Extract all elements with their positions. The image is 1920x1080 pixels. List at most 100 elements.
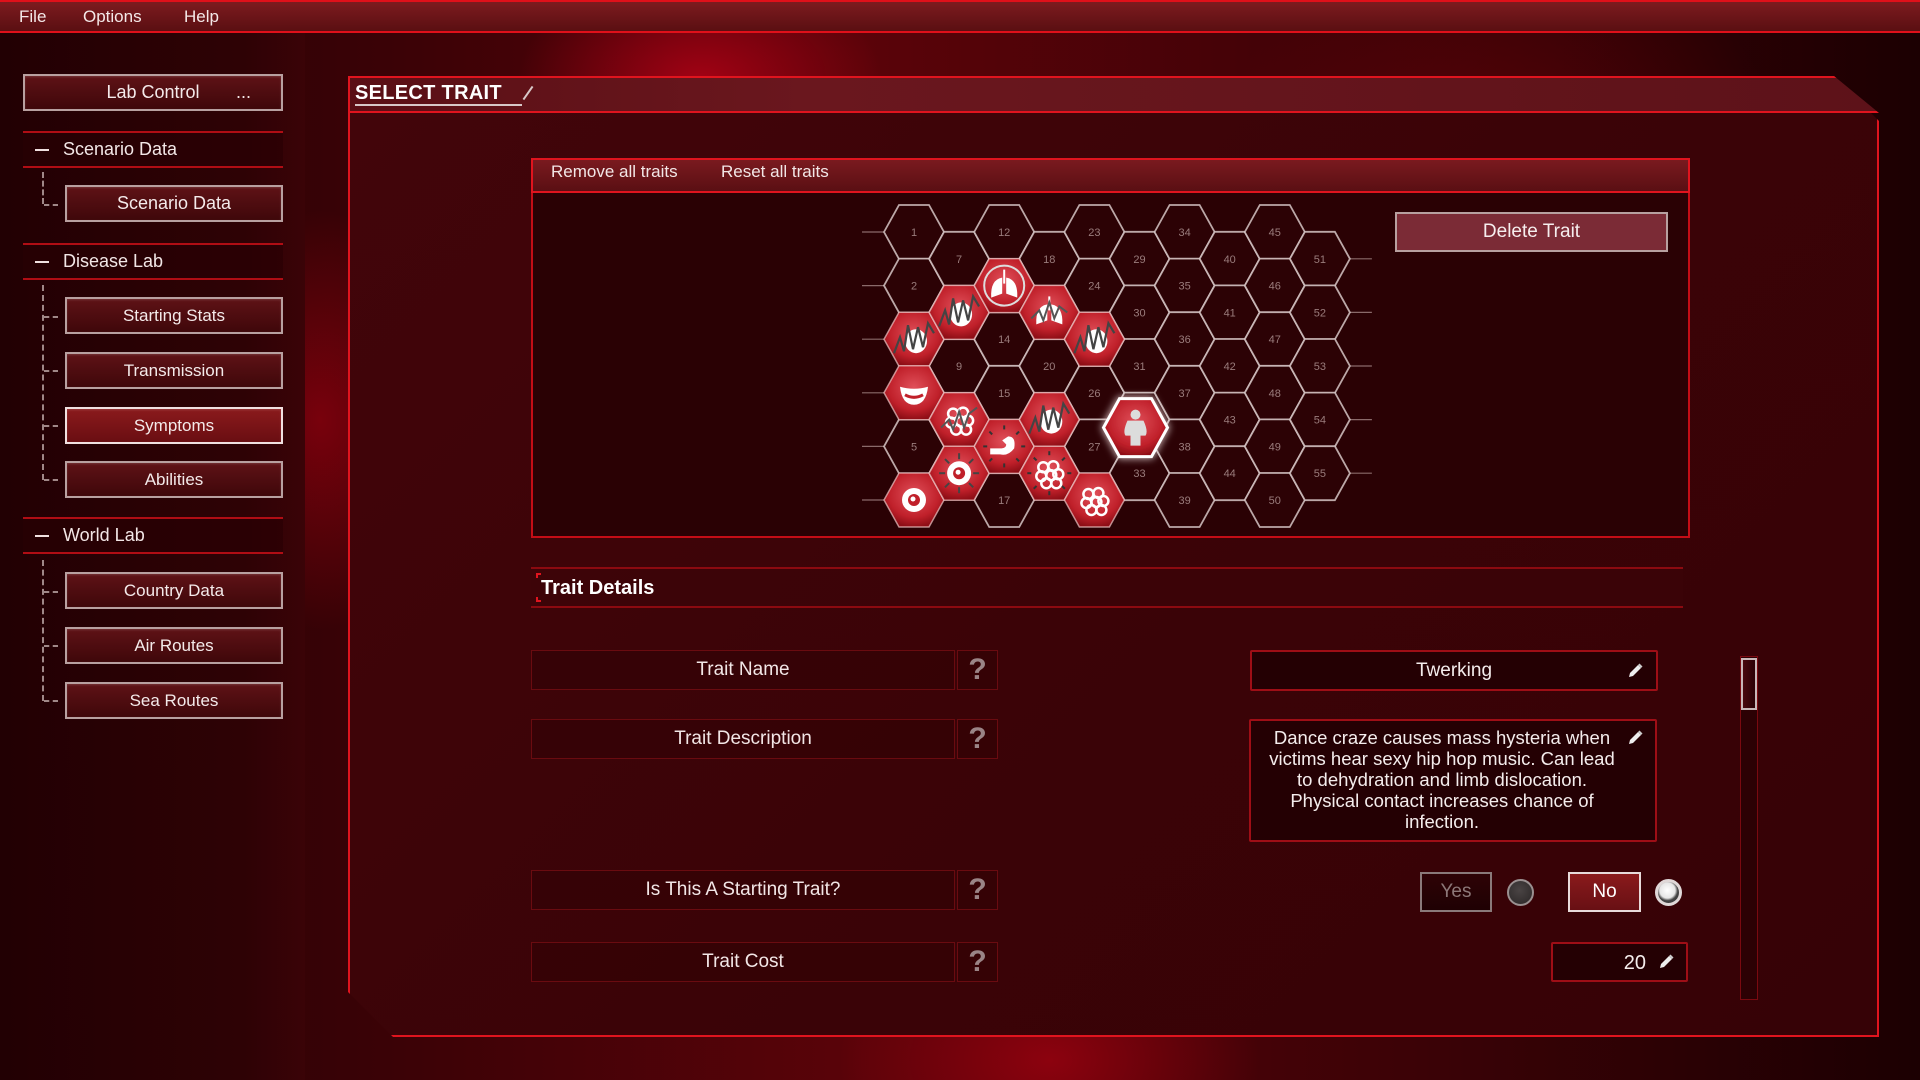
trait-name-label: Trait Name xyxy=(531,650,955,690)
slot-number: 30 xyxy=(1133,307,1145,319)
trait-grid-toolbar xyxy=(531,158,1690,193)
starting-trait-yes-button[interactable]: Yes xyxy=(1420,872,1492,912)
section-title: Disease Lab xyxy=(63,251,164,271)
sidebar-item-label: Air Routes xyxy=(134,635,214,655)
section-disease-lab[interactable]: Disease Lab xyxy=(23,243,283,280)
tree-line xyxy=(42,285,44,480)
slot-number: 51 xyxy=(1314,254,1326,266)
menu-options[interactable]: Options xyxy=(83,7,142,27)
slot-number: 2 xyxy=(911,281,917,293)
tree-connector xyxy=(44,425,58,427)
sidebar-item-label: Symptoms xyxy=(133,415,215,435)
collapse-icon xyxy=(35,534,49,537)
trait-cost-label: Trait Cost xyxy=(531,942,955,982)
edit-pencil-icon[interactable] xyxy=(1626,729,1644,747)
slot-number: 18 xyxy=(1043,254,1055,266)
trait-description-help-icon[interactable]: ? xyxy=(957,719,998,759)
slot-number: 53 xyxy=(1314,361,1326,373)
trait-details-title: Trait Details xyxy=(541,577,655,599)
slot-number: 40 xyxy=(1224,254,1236,266)
menu-file[interactable]: File xyxy=(19,7,46,27)
slot-number: 34 xyxy=(1178,227,1190,239)
slot-number: 36 xyxy=(1178,334,1190,346)
sidebar-item-starting-stats[interactable]: Starting Stats xyxy=(65,297,283,334)
sidebar-item-country-data[interactable]: Country Data xyxy=(65,572,283,609)
slot-number: 35 xyxy=(1178,281,1190,293)
tree-connector xyxy=(44,591,58,593)
tree-connector xyxy=(44,316,58,318)
trait-cost-field[interactable]: 20 xyxy=(1551,942,1688,982)
section-title: World Lab xyxy=(63,525,145,545)
trait-description-value: Dance craze causes mass hysteria when vi… xyxy=(1269,727,1615,832)
sidebar-item-transmission[interactable]: Transmission xyxy=(65,352,283,389)
eye-icon xyxy=(902,488,926,512)
edit-pencil-icon[interactable] xyxy=(1657,953,1675,971)
trait-name-field[interactable]: Twerking xyxy=(1250,650,1658,691)
slot-number: 24 xyxy=(1088,281,1100,293)
panel-title: SELECT TRAIT xyxy=(355,82,522,106)
selected-trait-slot[interactable] xyxy=(1101,397,1170,459)
figure-head xyxy=(1130,409,1141,420)
sidebar-item-label: Country Data xyxy=(123,580,225,600)
sidebar-item-air-routes[interactable]: Air Routes xyxy=(65,627,283,664)
tree-connector xyxy=(44,370,58,372)
tree-connector xyxy=(44,204,58,206)
sidebar-item-label: Abilities xyxy=(144,469,204,489)
sidebar-item-symptoms[interactable]: Symptoms xyxy=(65,407,283,444)
starting-trait-yes-radio[interactable] xyxy=(1507,879,1534,906)
starting-trait-help-icon[interactable]: ? xyxy=(957,870,998,910)
trait-cost-help-icon[interactable]: ? xyxy=(957,942,998,982)
sidebar-item-scenario-data[interactable]: Scenario Data xyxy=(65,185,283,222)
tree-line xyxy=(42,172,44,204)
slot-number: 39 xyxy=(1178,495,1190,507)
lab-control-button[interactable]: Lab Control ... xyxy=(23,74,283,111)
slot-number: 47 xyxy=(1269,334,1281,346)
slot-number: 41 xyxy=(1224,307,1236,319)
slot-number: 29 xyxy=(1133,254,1145,266)
starting-trait-no-button[interactable]: No xyxy=(1568,872,1641,912)
sidebar-item-label: Transmission xyxy=(123,360,225,380)
trait-details-bar xyxy=(531,567,1683,608)
starting-trait-no-radio[interactable] xyxy=(1655,879,1682,906)
slot-number: 14 xyxy=(998,334,1010,346)
menu-bar: File Options Help xyxy=(0,0,1920,33)
slot-number: 31 xyxy=(1133,361,1145,373)
section-world-lab[interactable]: World Lab xyxy=(23,517,283,554)
slot-number: 27 xyxy=(1088,441,1100,453)
slot-number: 42 xyxy=(1224,361,1236,373)
reset-all-traits-button[interactable]: Reset all traits xyxy=(721,162,829,182)
slot-number: 54 xyxy=(1314,415,1326,427)
tree-connector xyxy=(44,479,58,481)
eye-rays-icon xyxy=(939,453,980,494)
trait-name-help-icon[interactable]: ? xyxy=(957,650,998,690)
tree-line xyxy=(42,560,44,701)
slot-number: 37 xyxy=(1178,388,1190,400)
trait-name-value: Twerking xyxy=(1415,659,1493,681)
trait-description-field[interactable]: Dance craze causes mass hysteria when vi… xyxy=(1249,719,1657,842)
remove-all-traits-button[interactable]: Remove all traits xyxy=(551,162,678,182)
more-icon: ... xyxy=(235,82,251,102)
collapse-icon xyxy=(35,148,49,151)
sidebar-item-label: Starting Stats xyxy=(122,305,226,325)
section-scenario-data[interactable]: Scenario Data xyxy=(23,131,283,168)
slot-number: 17 xyxy=(998,495,1010,507)
no-label: No xyxy=(1592,881,1617,902)
slot-number: 23 xyxy=(1088,227,1100,239)
menu-help[interactable]: Help xyxy=(184,7,219,27)
trait-hex-grid: 1257912141517182023242627293031323334353… xyxy=(862,204,1372,528)
eye-glint xyxy=(910,496,916,502)
trait-cost-value: 20 xyxy=(1623,952,1646,974)
sidebar-item-abilities[interactable]: Abilities xyxy=(65,461,283,498)
sidebar-item-sea-routes[interactable]: Sea Routes xyxy=(65,682,283,719)
slot-number: 43 xyxy=(1224,415,1236,427)
panel-header xyxy=(348,76,1879,113)
lab-control-label: Lab Control xyxy=(106,82,200,102)
scrollbar-thumb[interactable] xyxy=(1741,658,1757,710)
tree-connector xyxy=(44,700,58,702)
yes-label: Yes xyxy=(1440,881,1472,902)
starting-trait-label: Is This A Starting Trait? xyxy=(531,870,955,910)
slot-number: 38 xyxy=(1178,441,1190,453)
edit-pencil-icon[interactable] xyxy=(1626,662,1644,680)
slot-number: 15 xyxy=(998,388,1010,400)
slot-number: 44 xyxy=(1224,468,1236,480)
